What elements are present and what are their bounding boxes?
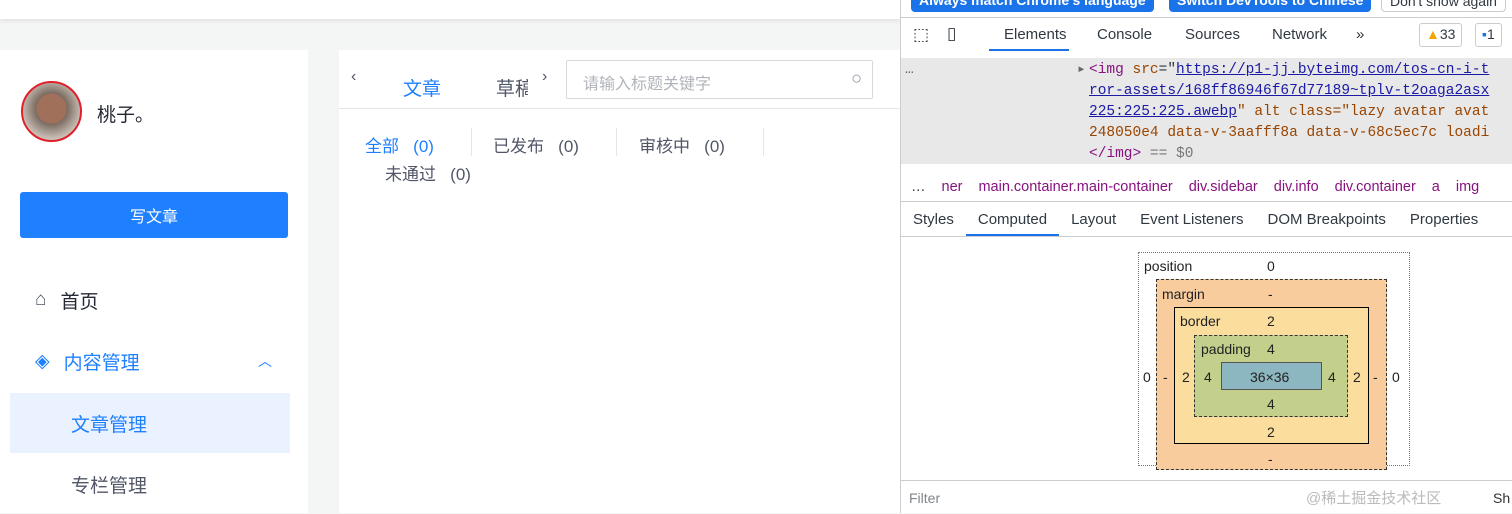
watermark: @稀土掘金技术社区: [1306, 490, 1442, 507]
crumb[interactable]: main.container.main-container: [978, 179, 1172, 195]
crumb[interactable]: div.info: [1274, 179, 1319, 195]
tab-drafts[interactable]: 草稿: [496, 74, 528, 101]
tab-elements[interactable]: Elements: [1004, 26, 1067, 43]
more-tabs-button[interactable]: »: [1356, 26, 1364, 43]
devtools-panel: Always match Chrome's language Switch De…: [900, 0, 1512, 513]
tab-network[interactable]: Network: [1272, 26, 1327, 43]
warning-icon: ▲: [1426, 26, 1440, 42]
breadcrumb: … ner main.container.main-container div.sid…: [901, 174, 1512, 202]
filter-rejected[interactable]: 未通过 (0): [385, 160, 471, 185]
divider: [763, 128, 764, 156]
user-name: 桃子。: [97, 105, 155, 126]
divider: [471, 128, 472, 156]
divider: [901, 17, 1512, 18]
search-input[interactable]: 请输入标题关键字 ○: [566, 60, 873, 99]
elements-tree[interactable]: … ▸ <img src="https://p1-jj.byteimg.com/t…: [901, 58, 1512, 164]
crumb[interactable]: img: [1456, 179, 1479, 195]
crumb[interactable]: a: [1432, 179, 1440, 195]
show-all-checkbox[interactable]: Sh: [1493, 490, 1510, 506]
sidebar-item-articles[interactable]: 文章管理: [10, 393, 290, 453]
switch-chinese-button[interactable]: Switch DevTools to Chinese: [1169, 0, 1372, 12]
divider: [616, 128, 617, 156]
crumb[interactable]: ner: [942, 179, 963, 195]
avatar[interactable]: [21, 81, 82, 142]
chevron-left-icon[interactable]: ‹: [351, 68, 356, 86]
messages-badge[interactable]: ▪1: [1475, 23, 1502, 47]
tab-event-listeners[interactable]: Event Listeners: [1128, 203, 1255, 236]
tab-layout[interactable]: Layout: [1059, 203, 1128, 236]
filter-reviewing[interactable]: 审核中 (0): [639, 132, 725, 157]
tab-console[interactable]: Console: [1097, 26, 1152, 43]
sidebar-item-home[interactable]: ⌂ 首页: [10, 270, 290, 330]
tab-sources[interactable]: Sources: [1185, 26, 1240, 43]
sidebar-item-columns[interactable]: 专栏管理: [10, 454, 290, 514]
more-icon: …: [905, 62, 914, 78]
layers-icon: ◈: [35, 350, 50, 372]
crumb[interactable]: div.sidebar: [1189, 179, 1258, 195]
filter-all[interactable]: 全部 (0): [365, 132, 434, 157]
expand-icon[interactable]: ▸: [1077, 60, 1086, 81]
chevron-right-icon[interactable]: ›: [542, 68, 547, 86]
filter-published[interactable]: 已发布 (0): [493, 132, 579, 157]
warnings-badge[interactable]: ▲33: [1419, 23, 1463, 47]
top-header: [0, 0, 900, 19]
search-icon[interactable]: ○: [851, 68, 862, 89]
chevron-up-icon: ︿: [258, 353, 272, 369]
inspect-icon[interactable]: ⬚: [913, 25, 929, 45]
tab-articles[interactable]: 文章: [403, 74, 441, 101]
write-article-button[interactable]: 写文章: [20, 192, 288, 238]
sidebar-item-content[interactable]: ◈ 内容管理 ︿: [10, 331, 290, 391]
sidebar-tabs: Styles Computed Layout Event Listeners D…: [901, 203, 1512, 237]
dont-show-button[interactable]: Don't show again: [1381, 0, 1506, 12]
active-tab-indicator: [989, 49, 1069, 51]
home-icon: ⌂: [35, 289, 47, 310]
tab-styles[interactable]: Styles: [901, 203, 966, 236]
device-toolbar-icon[interactable]: ▯: [947, 24, 956, 44]
crumb[interactable]: div.container: [1335, 179, 1416, 195]
match-language-button[interactable]: Always match Chrome's language: [911, 0, 1154, 12]
main-panel: ‹ 文章 草稿 › 请输入标题关键字 ○ 全部 (0) 已发布 (0) 审核中 (…: [339, 50, 900, 513]
tab-properties[interactable]: Properties: [1398, 203, 1490, 236]
tab-bar: ‹ 文章 草稿 › 请输入标题关键字 ○: [339, 50, 900, 109]
tab-computed[interactable]: Computed: [965, 203, 1060, 236]
tab-dom-breakpoints[interactable]: DOM Breakpoints: [1256, 203, 1398, 236]
